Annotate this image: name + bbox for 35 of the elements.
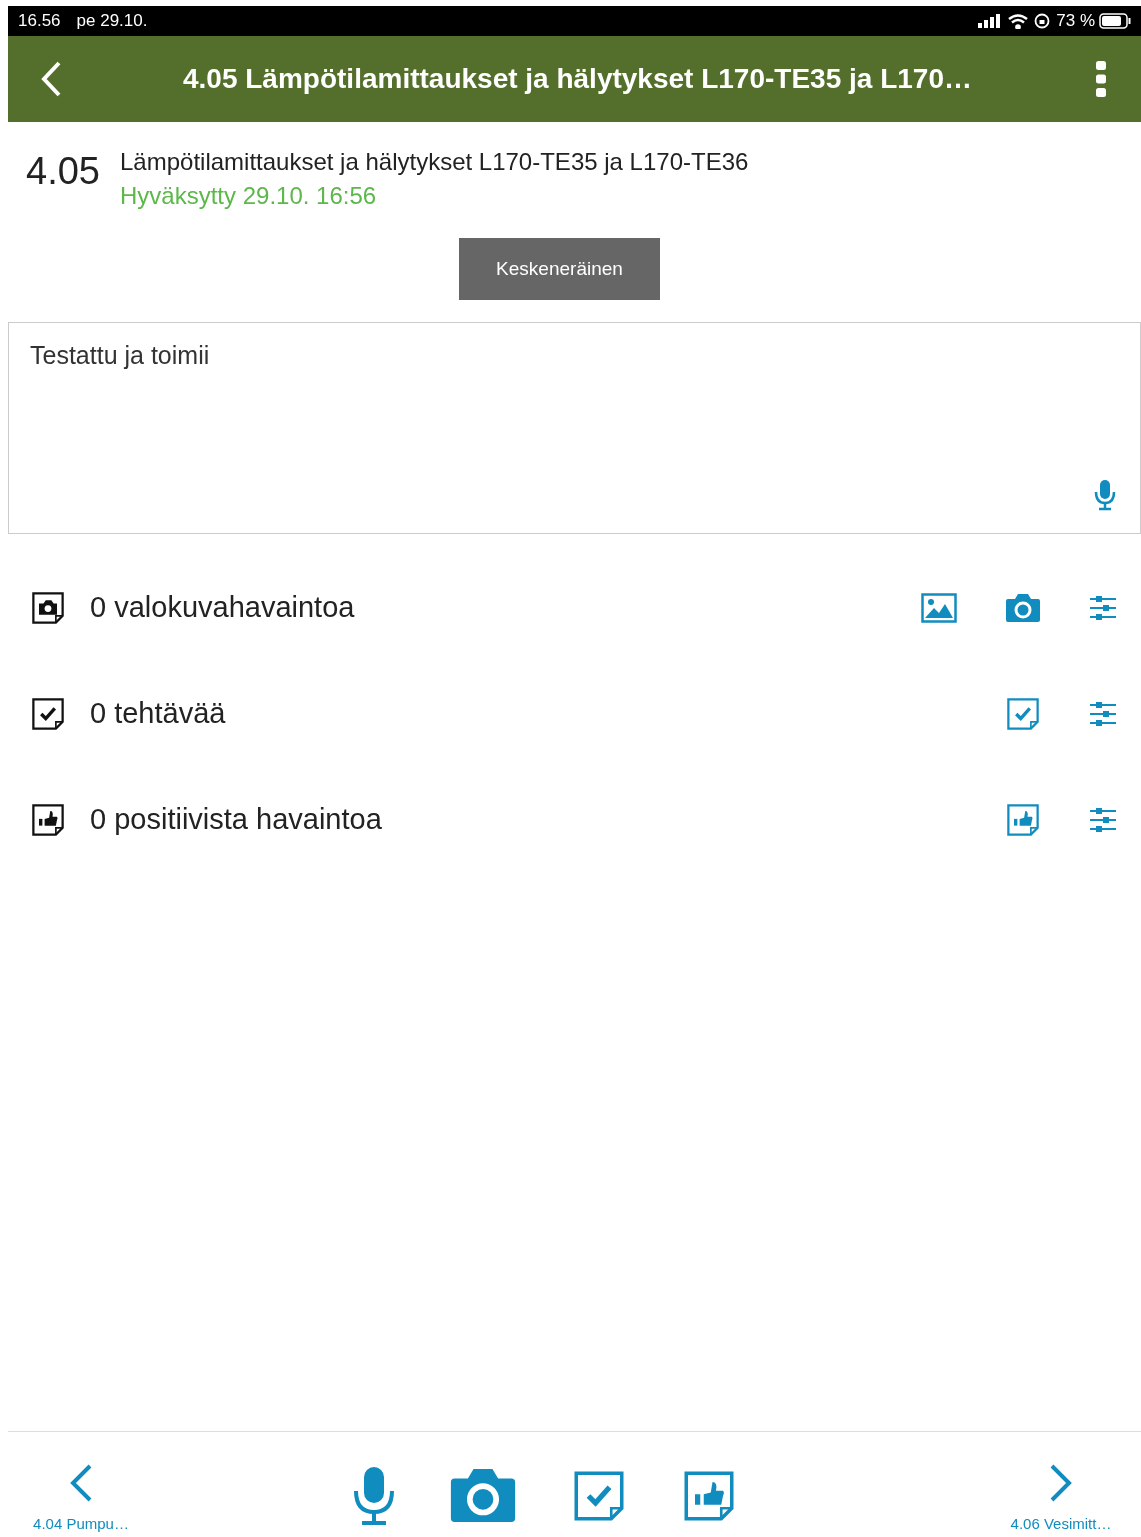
item-number: 4.05 xyxy=(26,152,101,194)
page-title: 4.05 Lämpötilamittaukset ja hälytykset L170-TE35 ja L170… xyxy=(182,62,973,96)
row-label: 0 valokuvahavaintoa xyxy=(90,590,356,626)
microphone-icon[interactable] xyxy=(1094,479,1116,511)
next-item-button[interactable]: 4.06 Vesimitt… xyxy=(981,1432,1141,1537)
chevron-right-icon xyxy=(1048,1462,1074,1503)
thumbs-up-note-icon xyxy=(30,802,66,838)
settings-icon[interactable] xyxy=(1089,806,1117,834)
wifi-icon xyxy=(1008,13,1029,29)
settings-icon[interactable] xyxy=(1089,594,1117,622)
previous-item-button[interactable]: 4.04 Pumpu… xyxy=(8,1432,148,1537)
signal-icon xyxy=(978,14,1003,28)
approval-status: Hyväksytty 29.10. 16:56 xyxy=(120,181,378,211)
row-label: 0 positiivista havaintoa xyxy=(90,802,383,838)
camera-icon[interactable] xyxy=(1005,593,1041,623)
checkmark-note-icon xyxy=(30,696,66,732)
status-time: 16.56 xyxy=(18,10,61,33)
add-task-icon[interactable] xyxy=(1005,696,1041,732)
item-title: Lämpötilamittaukset ja hälytykset L170-TE35 ja L170-TE36 xyxy=(120,147,749,177)
note-field[interactable]: Testattu ja toimii xyxy=(9,323,1140,533)
image-icon[interactable] xyxy=(921,593,957,623)
battery-icon xyxy=(1099,13,1131,29)
rotation-lock-icon xyxy=(1034,13,1051,29)
camera-icon[interactable] xyxy=(448,1467,517,1524)
chevron-left-icon xyxy=(68,1462,94,1503)
camera-note-icon xyxy=(30,590,66,626)
add-thumbs-up-icon[interactable] xyxy=(1005,802,1041,838)
row-label: 0 tehtävää xyxy=(90,696,227,732)
microphone-icon[interactable] xyxy=(352,1465,395,1526)
status-date: pe 29.10. xyxy=(76,10,148,33)
status-button[interactable]: Keskeneräinen xyxy=(459,238,660,300)
settings-icon[interactable] xyxy=(1089,700,1117,728)
back-icon xyxy=(39,60,63,98)
battery-percent: 73 % xyxy=(1056,10,1095,33)
more-icon xyxy=(1096,61,1106,97)
